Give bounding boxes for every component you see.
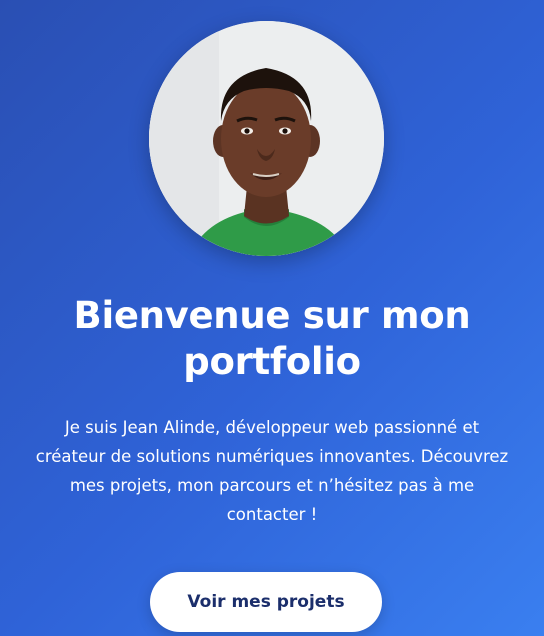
view-projects-button[interactable]: Voir mes projets — [150, 572, 382, 632]
hero-intro-text: Je suis Jean Alinde, développeur web pas… — [35, 418, 509, 524]
hero-section: Bienvenue sur mon portfolio Je suis Jean… — [0, 0, 544, 636]
profile-photo — [149, 21, 384, 256]
profile-avatar — [149, 21, 384, 256]
hero-title: Bienvenue sur mon portfolio — [73, 294, 471, 383]
